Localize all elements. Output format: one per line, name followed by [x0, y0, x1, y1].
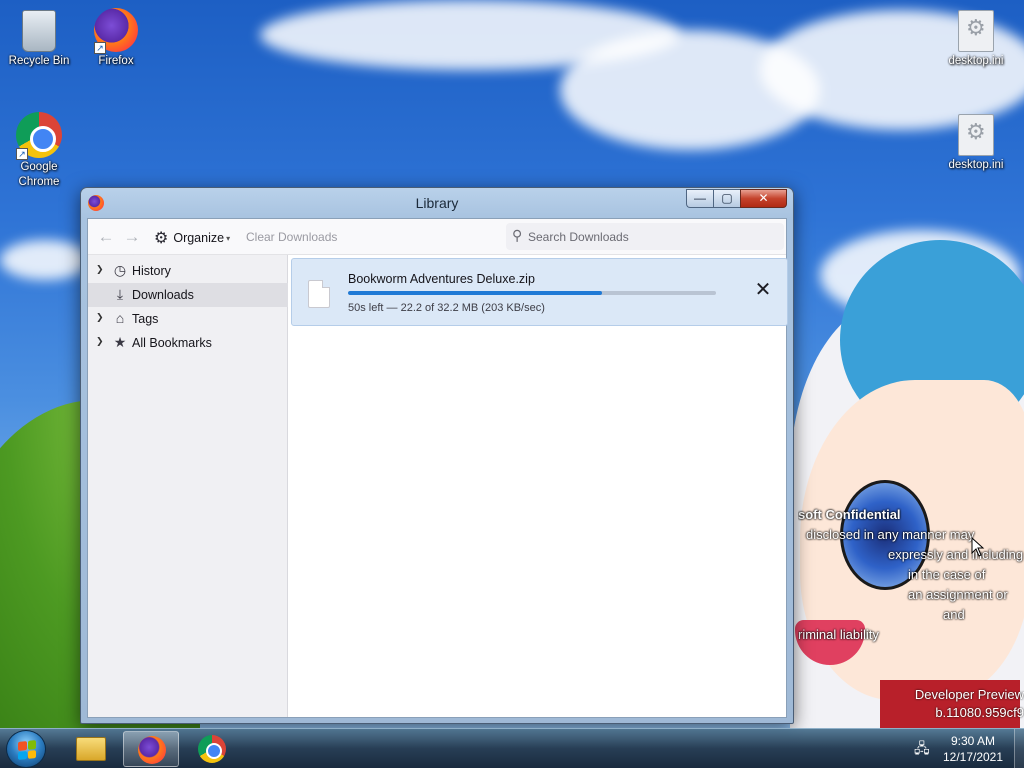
library-window: Library — ▢ ✕ ← → ⚙ Organize ▾ Clear Dow… [80, 187, 794, 724]
confidential-watermark: soft Confidential disclosed in any manne… [798, 505, 1024, 645]
clear-downloads-button[interactable]: Clear Downloads [246, 230, 337, 244]
shortcut-arrow-icon: ↗ [94, 42, 106, 54]
back-arrow-icon[interactable]: ← [96, 227, 116, 247]
chrome-icon: ↗ [16, 112, 62, 160]
desktop-icon-google-chrome[interactable]: ↗ Google Chrome [1, 112, 77, 190]
desktop-icon-recycle-bin[interactable]: Recycle Bin [1, 6, 77, 69]
taskbar-chrome-button[interactable] [184, 731, 240, 767]
title-bar[interactable]: Library — ▢ ✕ [81, 188, 793, 218]
sidebar-item-label: All Bookmarks [132, 336, 212, 350]
cancel-download-button[interactable]: ✕ [752, 279, 774, 301]
network-icon[interactable]: 🖧 [914, 740, 932, 756]
recycle-bin-icon [22, 10, 56, 52]
mouse-cursor-icon [971, 536, 985, 557]
build-line: Developer Preview [914, 687, 1024, 702]
desktop-icon-label: desktop.ini [948, 159, 1004, 171]
watermark-title: soft Confidential [798, 507, 901, 522]
shortcut-arrow-icon: ↗ [16, 148, 28, 160]
close-button[interactable]: ✕ [740, 189, 787, 208]
download-progress-fill [348, 291, 602, 295]
file-icon [308, 280, 330, 308]
watermark-line: disclosed in any manner may [806, 527, 975, 542]
download-icon: ⤓ [116, 286, 124, 302]
window-client-area: ← → ⚙ Organize ▾ Clear Downloads ⚲ Searc… [87, 218, 788, 718]
library-sidebar: ❯ ◷ History ⤓ Downloads ❯ ⌂ Tags ❯ ★ All… [88, 255, 288, 717]
downloads-list: Bookworm Adventures Deluxe.zip 50s left … [289, 255, 788, 717]
system-clock[interactable]: 9:30 AM 12/17/2021 [936, 733, 1010, 765]
desktop-icon-label: desktop.ini [948, 55, 1004, 67]
search-icon: ⚲ [512, 227, 523, 243]
settings-file-icon [958, 114, 994, 156]
download-progress-bar [348, 291, 716, 295]
watermark-line: expressly and including [888, 547, 1024, 562]
clock-icon: ◷ [113, 262, 127, 278]
firefox-icon [138, 736, 166, 764]
folder-icon [76, 737, 106, 761]
desktop-icon-firefox[interactable]: ↗ Firefox [78, 8, 154, 69]
cloud [0, 240, 90, 280]
minimize-button[interactable]: — [686, 189, 713, 208]
watermark-line: an assignment or [908, 587, 1008, 602]
watermark-line: in the case of [908, 567, 986, 582]
sidebar-item-label: Downloads [132, 288, 194, 302]
desktop-icon-label: Recycle Bin [8, 55, 70, 67]
library-toolbar: ← → ⚙ Organize ▾ Clear Downloads ⚲ Searc… [88, 219, 786, 255]
start-button[interactable] [6, 730, 46, 768]
chevron-down-icon: ▾ [226, 233, 231, 243]
sidebar-item-label: History [132, 264, 171, 278]
chrome-icon [198, 735, 226, 763]
window-controls: — ▢ ✕ [686, 189, 787, 208]
tag-icon: ⌂ [115, 310, 125, 326]
organize-label: Organize [173, 231, 225, 245]
expand-chevron-icon[interactable]: ❯ [96, 336, 104, 347]
search-placeholder: Search Downloads [528, 230, 629, 244]
clock-time: 9:30 AM [950, 734, 996, 748]
sidebar-item-history[interactable]: ❯ ◷ History [88, 259, 288, 283]
download-item[interactable]: Bookworm Adventures Deluxe.zip 50s left … [291, 258, 788, 326]
sidebar-item-label: Tags [132, 312, 159, 326]
build-watermark: Developer Preview b.11080.959cf9 [795, 686, 1024, 722]
gear-icon: ⚙ [154, 230, 169, 247]
organize-button[interactable]: ⚙ Organize ▾ [154, 228, 230, 248]
build-line: b.11080.959cf9 [935, 705, 1024, 720]
watermark-line: riminal liability [798, 627, 879, 642]
taskbar-firefox-button[interactable] [123, 731, 179, 767]
desktop-icon-desktop-ini-2[interactable]: desktop.ini [938, 114, 1014, 173]
windows-logo-icon [18, 740, 36, 760]
desktop-icon-label: Firefox [98, 55, 134, 67]
taskbar-explorer-button[interactable] [62, 731, 118, 767]
expand-chevron-icon[interactable]: ❯ [96, 312, 104, 323]
maximize-button[interactable]: ▢ [713, 189, 740, 208]
settings-file-icon [958, 10, 994, 52]
taskbar: 🖧 9:30 AM 12/17/2021 [0, 728, 1024, 768]
download-status: 50s left — 22.2 of 32.2 MB (203 KB/sec) [348, 302, 545, 314]
show-desktop-button[interactable] [1014, 729, 1024, 768]
expand-chevron-icon[interactable]: ❯ [96, 264, 104, 275]
firefox-icon: ↗ [94, 8, 138, 54]
forward-arrow-icon[interactable]: → [122, 227, 142, 247]
sidebar-item-tags[interactable]: ❯ ⌂ Tags [88, 307, 288, 331]
watermark-line: and [943, 607, 965, 622]
search-input[interactable]: ⚲ Search Downloads [506, 223, 784, 250]
clock-date: 12/17/2021 [942, 750, 1004, 764]
sidebar-item-downloads[interactable]: ⤓ Downloads [88, 283, 288, 307]
star-icon: ★ [113, 334, 127, 350]
download-filename: Bookworm Adventures Deluxe.zip [348, 272, 535, 286]
desktop-icon-label: Google Chrome [18, 161, 60, 188]
desktop-icon-desktop-ini[interactable]: desktop.ini [938, 10, 1014, 69]
sidebar-item-all-bookmarks[interactable]: ❯ ★ All Bookmarks [88, 331, 288, 355]
